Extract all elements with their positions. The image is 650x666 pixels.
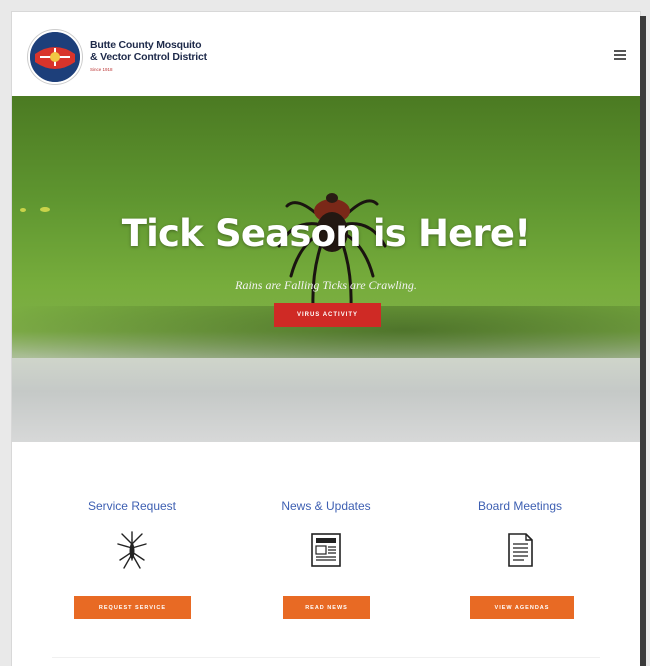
newspaper-icon xyxy=(311,533,341,567)
virus-activity-button[interactable]: VIRUS ACTIVITY xyxy=(274,303,381,327)
read-news-button[interactable]: READ NEWS xyxy=(283,596,370,619)
leaf-edge xyxy=(12,358,640,442)
features-section: Service Request REQUEST SERVICE News & U… xyxy=(12,442,640,666)
brand-name: Butte County Mosquito & Vector Control D… xyxy=(90,39,207,76)
board-meetings-title[interactable]: Board Meetings xyxy=(420,499,620,513)
section-divider xyxy=(52,657,600,658)
news-updates-title[interactable]: News & Updates xyxy=(226,499,426,513)
mosquito-icon xyxy=(117,531,147,569)
request-service-button[interactable]: REQUEST SERVICE xyxy=(74,596,191,619)
document-icon xyxy=(508,533,533,567)
brand-line-2: & Vector Control District xyxy=(90,50,207,63)
site-header: Butte County Mosquito & Vector Control D… xyxy=(12,12,640,96)
brand-line-1: Butte County Mosquito xyxy=(90,38,202,51)
site-logo-link[interactable]: Butte County Mosquito & Vector Control D… xyxy=(28,30,207,84)
hero-subtitle: Rains are Falling Ticks are Crawling. xyxy=(235,278,417,292)
hamburger-menu-icon[interactable] xyxy=(614,50,626,60)
district-logo xyxy=(28,30,82,84)
service-request-title[interactable]: Service Request xyxy=(32,499,232,513)
brand-tagline: Since 1918 xyxy=(90,66,113,72)
hero-banner: Tick Season is Here! Rains are Falling T… xyxy=(12,96,640,442)
hero-title: Tick Season is Here! xyxy=(121,212,531,255)
view-agendas-button[interactable]: VIEW AGENDAS xyxy=(470,596,574,619)
page: Butte County Mosquito & Vector Control D… xyxy=(12,12,640,666)
